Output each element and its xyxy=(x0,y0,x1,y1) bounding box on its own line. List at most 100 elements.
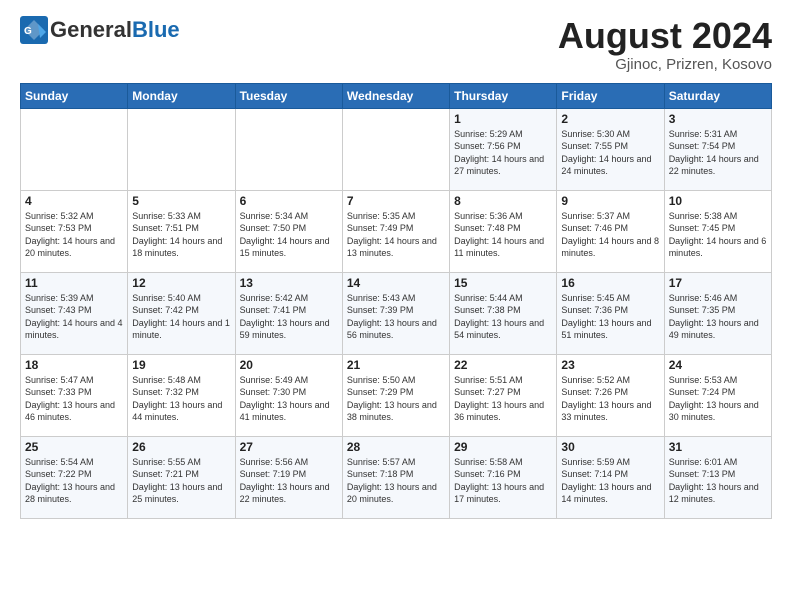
logo-icon: G xyxy=(20,16,48,44)
day-info: Sunrise: 5:40 AMSunset: 7:42 PMDaylight:… xyxy=(132,292,230,342)
table-row: 3 Sunrise: 5:31 AMSunset: 7:54 PMDaylight… xyxy=(664,108,771,190)
day-number: 10 xyxy=(669,194,767,208)
day-number: 21 xyxy=(347,358,445,372)
day-info: Sunrise: 5:58 AMSunset: 7:16 PMDaylight:… xyxy=(454,456,552,506)
table-row: 25 Sunrise: 5:54 AMSunset: 7:22 PMDayligh… xyxy=(21,436,128,518)
day-info: Sunrise: 5:48 AMSunset: 7:32 PMDaylight:… xyxy=(132,374,230,424)
table-row: 19 Sunrise: 5:48 AMSunset: 7:32 PMDayligh… xyxy=(128,354,235,436)
svg-text:G: G xyxy=(24,26,32,37)
day-info: Sunrise: 5:43 AMSunset: 7:39 PMDaylight:… xyxy=(347,292,445,342)
day-info: Sunrise: 5:42 AMSunset: 7:41 PMDaylight:… xyxy=(240,292,338,342)
day-of-week-header: Friday xyxy=(557,83,664,108)
day-info: Sunrise: 5:45 AMSunset: 7:36 PMDaylight:… xyxy=(561,292,659,342)
table-row: 9 Sunrise: 5:37 AMSunset: 7:46 PMDaylight… xyxy=(557,190,664,272)
day-info: Sunrise: 5:32 AMSunset: 7:53 PMDaylight:… xyxy=(25,210,123,260)
day-number: 30 xyxy=(561,440,659,454)
header: G GeneralBlue August 2024 Gjinoc, Prizre… xyxy=(20,16,772,73)
day-info: Sunrise: 5:56 AMSunset: 7:19 PMDaylight:… xyxy=(240,456,338,506)
day-info: Sunrise: 5:47 AMSunset: 7:33 PMDaylight:… xyxy=(25,374,123,424)
day-number: 2 xyxy=(561,112,659,126)
table-row: 4 Sunrise: 5:32 AMSunset: 7:53 PMDaylight… xyxy=(21,190,128,272)
day-info: Sunrise: 5:54 AMSunset: 7:22 PMDaylight:… xyxy=(25,456,123,506)
table-row: 26 Sunrise: 5:55 AMSunset: 7:21 PMDayligh… xyxy=(128,436,235,518)
day-number: 19 xyxy=(132,358,230,372)
day-info: Sunrise: 5:30 AMSunset: 7:55 PMDaylight:… xyxy=(561,128,659,178)
day-info: Sunrise: 6:01 AMSunset: 7:13 PMDaylight:… xyxy=(669,456,767,506)
table-row: 22 Sunrise: 5:51 AMSunset: 7:27 PMDayligh… xyxy=(450,354,557,436)
day-info: Sunrise: 5:29 AMSunset: 7:56 PMDaylight:… xyxy=(454,128,552,178)
day-info: Sunrise: 5:36 AMSunset: 7:48 PMDaylight:… xyxy=(454,210,552,260)
day-info: Sunrise: 5:57 AMSunset: 7:18 PMDaylight:… xyxy=(347,456,445,506)
table-row: 30 Sunrise: 5:59 AMSunset: 7:14 PMDayligh… xyxy=(557,436,664,518)
day-info: Sunrise: 5:51 AMSunset: 7:27 PMDaylight:… xyxy=(454,374,552,424)
table-row: 10 Sunrise: 5:38 AMSunset: 7:45 PMDayligh… xyxy=(664,190,771,272)
day-number: 8 xyxy=(454,194,552,208)
table-row: 5 Sunrise: 5:33 AMSunset: 7:51 PMDaylight… xyxy=(128,190,235,272)
day-of-week-header: Saturday xyxy=(664,83,771,108)
logo: G GeneralBlue xyxy=(20,16,180,44)
day-number: 18 xyxy=(25,358,123,372)
day-number: 25 xyxy=(25,440,123,454)
logo-blue-text: Blue xyxy=(132,17,180,42)
day-number: 5 xyxy=(132,194,230,208)
day-info: Sunrise: 5:35 AMSunset: 7:49 PMDaylight:… xyxy=(347,210,445,260)
day-number: 17 xyxy=(669,276,767,290)
page: G GeneralBlue August 2024 Gjinoc, Prizre… xyxy=(0,0,792,612)
table-row: 8 Sunrise: 5:36 AMSunset: 7:48 PMDaylight… xyxy=(450,190,557,272)
day-info: Sunrise: 5:52 AMSunset: 7:26 PMDaylight:… xyxy=(561,374,659,424)
day-info: Sunrise: 5:39 AMSunset: 7:43 PMDaylight:… xyxy=(25,292,123,342)
day-info: Sunrise: 5:55 AMSunset: 7:21 PMDaylight:… xyxy=(132,456,230,506)
day-number: 29 xyxy=(454,440,552,454)
day-of-week-header: Wednesday xyxy=(342,83,449,108)
day-info: Sunrise: 5:33 AMSunset: 7:51 PMDaylight:… xyxy=(132,210,230,260)
day-number: 16 xyxy=(561,276,659,290)
day-info: Sunrise: 5:38 AMSunset: 7:45 PMDaylight:… xyxy=(669,210,767,260)
day-number: 26 xyxy=(132,440,230,454)
table-row xyxy=(235,108,342,190)
day-of-week-header: Tuesday xyxy=(235,83,342,108)
title-area: August 2024 Gjinoc, Prizren, Kosovo xyxy=(558,16,772,73)
day-info: Sunrise: 5:44 AMSunset: 7:38 PMDaylight:… xyxy=(454,292,552,342)
day-number: 1 xyxy=(454,112,552,126)
table-row: 13Sunrise: 5:42 AMSunset: 7:41 PMDayligh… xyxy=(235,272,342,354)
table-row: 17 Sunrise: 5:46 AMSunset: 7:35 PMDayligh… xyxy=(664,272,771,354)
day-number: 4 xyxy=(25,194,123,208)
table-row: 18 Sunrise: 5:47 AMSunset: 7:33 PMDayligh… xyxy=(21,354,128,436)
day-info: Sunrise: 5:31 AMSunset: 7:54 PMDaylight:… xyxy=(669,128,767,178)
table-row: 11 Sunrise: 5:39 AMSunset: 7:43 PMDayligh… xyxy=(21,272,128,354)
day-number: 11 xyxy=(25,276,123,290)
day-number: 31 xyxy=(669,440,767,454)
day-number: 15 xyxy=(454,276,552,290)
table-row: 29 Sunrise: 5:58 AMSunset: 7:16 PMDayligh… xyxy=(450,436,557,518)
table-row: 27 Sunrise: 5:56 AMSunset: 7:19 PMDayligh… xyxy=(235,436,342,518)
day-info: Sunrise: 5:34 AMSunset: 7:50 PMDaylight:… xyxy=(240,210,338,260)
day-number: 22 xyxy=(454,358,552,372)
day-number: 3 xyxy=(669,112,767,126)
table-row: 15 Sunrise: 5:44 AMSunset: 7:38 PMDayligh… xyxy=(450,272,557,354)
day-number: 20 xyxy=(240,358,338,372)
table-row xyxy=(128,108,235,190)
day-number: 9 xyxy=(561,194,659,208)
table-row: 31 Sunrise: 6:01 AMSunset: 7:13 PMDayligh… xyxy=(664,436,771,518)
table-row: 7 Sunrise: 5:35 AMSunset: 7:49 PMDaylight… xyxy=(342,190,449,272)
day-number: 7 xyxy=(347,194,445,208)
table-row xyxy=(342,108,449,190)
day-number: 14 xyxy=(347,276,445,290)
day-number: 27 xyxy=(240,440,338,454)
day-number: 12 xyxy=(132,276,230,290)
day-info: Sunrise: 5:59 AMSunset: 7:14 PMDaylight:… xyxy=(561,456,659,506)
table-row: 24Sunrise: 5:53 AMSunset: 7:24 PMDayligh… xyxy=(664,354,771,436)
day-of-week-header: Thursday xyxy=(450,83,557,108)
location: Gjinoc, Prizren, Kosovo xyxy=(558,56,772,73)
day-number: 6 xyxy=(240,194,338,208)
day-info: Sunrise: 5:46 AMSunset: 7:35 PMDaylight:… xyxy=(669,292,767,342)
table-row: 23Sunrise: 5:52 AMSunset: 7:26 PMDayligh… xyxy=(557,354,664,436)
day-info: Sunrise: 5:53 AMSunset: 7:24 PMDaylight:… xyxy=(669,374,767,424)
calendar-table: SundayMondayTuesdayWednesdayThursdayFrid… xyxy=(20,83,772,519)
table-row xyxy=(21,108,128,190)
table-row: 21Sunrise: 5:50 AMSunset: 7:29 PMDayligh… xyxy=(342,354,449,436)
day-info: Sunrise: 5:37 AMSunset: 7:46 PMDaylight:… xyxy=(561,210,659,260)
day-number: 28 xyxy=(347,440,445,454)
day-of-week-header: Sunday xyxy=(21,83,128,108)
day-of-week-header: Monday xyxy=(128,83,235,108)
